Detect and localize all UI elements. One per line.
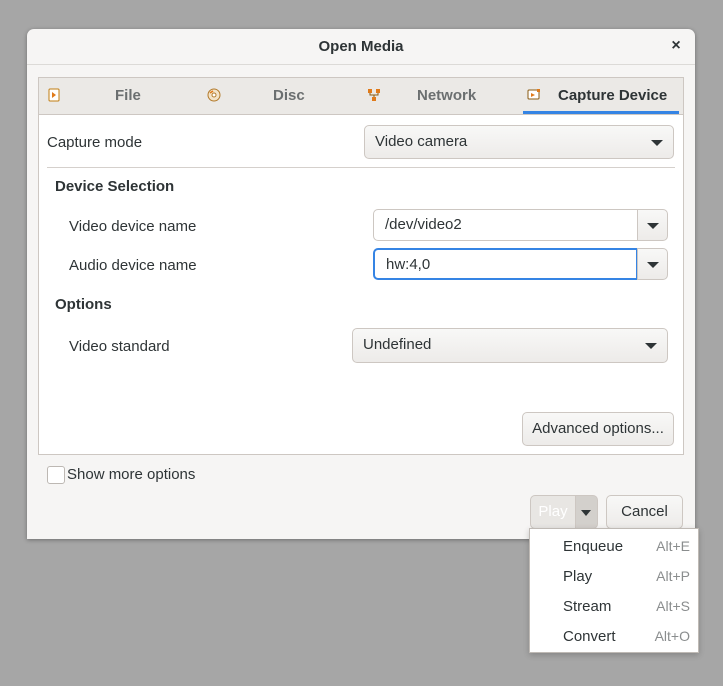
- titlebar: Open Media ×: [27, 29, 695, 65]
- menu-item-label: Play: [563, 568, 593, 585]
- dialog-title: Open Media: [318, 38, 404, 55]
- play-button[interactable]: Play: [530, 495, 576, 529]
- play-split-button: Play: [530, 495, 598, 529]
- tab-capture-device[interactable]: Capture Device: [523, 78, 679, 114]
- tab-notebook: File Disc Network Capture Device Capture…: [38, 77, 684, 455]
- video-device-label: Video device name: [69, 218, 197, 235]
- tab-file[interactable]: File: [39, 78, 199, 114]
- menu-item-shortcut: Alt+S: [656, 598, 690, 614]
- chevron-down-icon: [645, 343, 657, 349]
- device-selection-title: Device Selection: [55, 178, 175, 195]
- chevron-down-icon: [647, 223, 659, 229]
- audio-device-dropdown-button[interactable]: [637, 248, 668, 280]
- show-more-options-checkbox[interactable]: [47, 466, 65, 484]
- menu-item-enqueue[interactable]: Enqueue Alt+E: [530, 531, 698, 561]
- menu-item-label: Convert: [563, 628, 616, 645]
- video-device-input[interactable]: /dev/video2: [373, 209, 638, 241]
- play-dropdown-button[interactable]: [576, 495, 598, 529]
- menu-item-play[interactable]: Play Alt+P: [530, 561, 698, 591]
- audio-device-value: hw:4,0: [386, 256, 431, 273]
- chevron-down-icon: [581, 510, 591, 516]
- menu-item-label: Enqueue: [563, 538, 624, 555]
- tab-file-label: File: [115, 87, 141, 104]
- audio-device-combo: hw:4,0: [373, 248, 668, 280]
- video-device-dropdown-button[interactable]: [637, 209, 668, 241]
- close-button[interactable]: ×: [667, 37, 685, 55]
- menu-item-shortcut: Alt+E: [656, 538, 690, 554]
- video-standard-label: Video standard: [69, 338, 170, 355]
- cancel-button[interactable]: Cancel: [606, 495, 683, 529]
- options-title: Options: [55, 296, 112, 313]
- tab-disc-label: Disc: [273, 87, 305, 104]
- menu-item-stream[interactable]: Stream Alt+S: [530, 591, 698, 621]
- capture-mode-label: Capture mode: [47, 134, 143, 151]
- video-device-value: /dev/video2: [385, 216, 462, 233]
- audio-device-label: Audio device name: [69, 257, 197, 274]
- tab-network-label: Network: [417, 87, 477, 104]
- disc-icon: [207, 88, 221, 102]
- menu-item-shortcut: Alt+P: [656, 568, 690, 584]
- network-icon: [367, 88, 381, 102]
- menu-item-label: Stream: [563, 598, 612, 615]
- show-more-options-label[interactable]: Show more options: [67, 466, 195, 483]
- tab-capture-device-label: Capture Device: [558, 87, 668, 104]
- audio-device-input[interactable]: hw:4,0: [373, 248, 638, 280]
- advanced-options-button[interactable]: Advanced options...: [522, 412, 674, 446]
- menu-item-shortcut: Alt+O: [654, 628, 690, 644]
- separator: [47, 167, 675, 168]
- capture-mode-combo[interactable]: Video camera: [364, 125, 674, 159]
- capture-device-panel: Capture mode Video camera Device Selecti…: [39, 115, 683, 454]
- file-icon: [47, 88, 61, 102]
- chevron-down-icon: [647, 262, 659, 268]
- tab-bar: File Disc Network Capture Device: [39, 78, 683, 115]
- video-standard-value: Undefined: [363, 336, 432, 353]
- open-media-dialog: Open Media × File Disc Network Capture D…: [27, 29, 695, 539]
- tab-disc[interactable]: Disc: [199, 78, 359, 114]
- chevron-down-icon: [651, 140, 663, 146]
- capture-device-icon: [527, 88, 541, 102]
- video-standard-combo[interactable]: Undefined: [352, 328, 668, 363]
- capture-mode-value: Video camera: [375, 133, 468, 150]
- video-device-combo: /dev/video2: [373, 209, 668, 241]
- menu-item-convert[interactable]: Convert Alt+O: [530, 621, 698, 651]
- tab-network[interactable]: Network: [359, 78, 519, 114]
- play-dropdown-menu: Enqueue Alt+E Play Alt+P Stream Alt+S Co…: [529, 528, 699, 653]
